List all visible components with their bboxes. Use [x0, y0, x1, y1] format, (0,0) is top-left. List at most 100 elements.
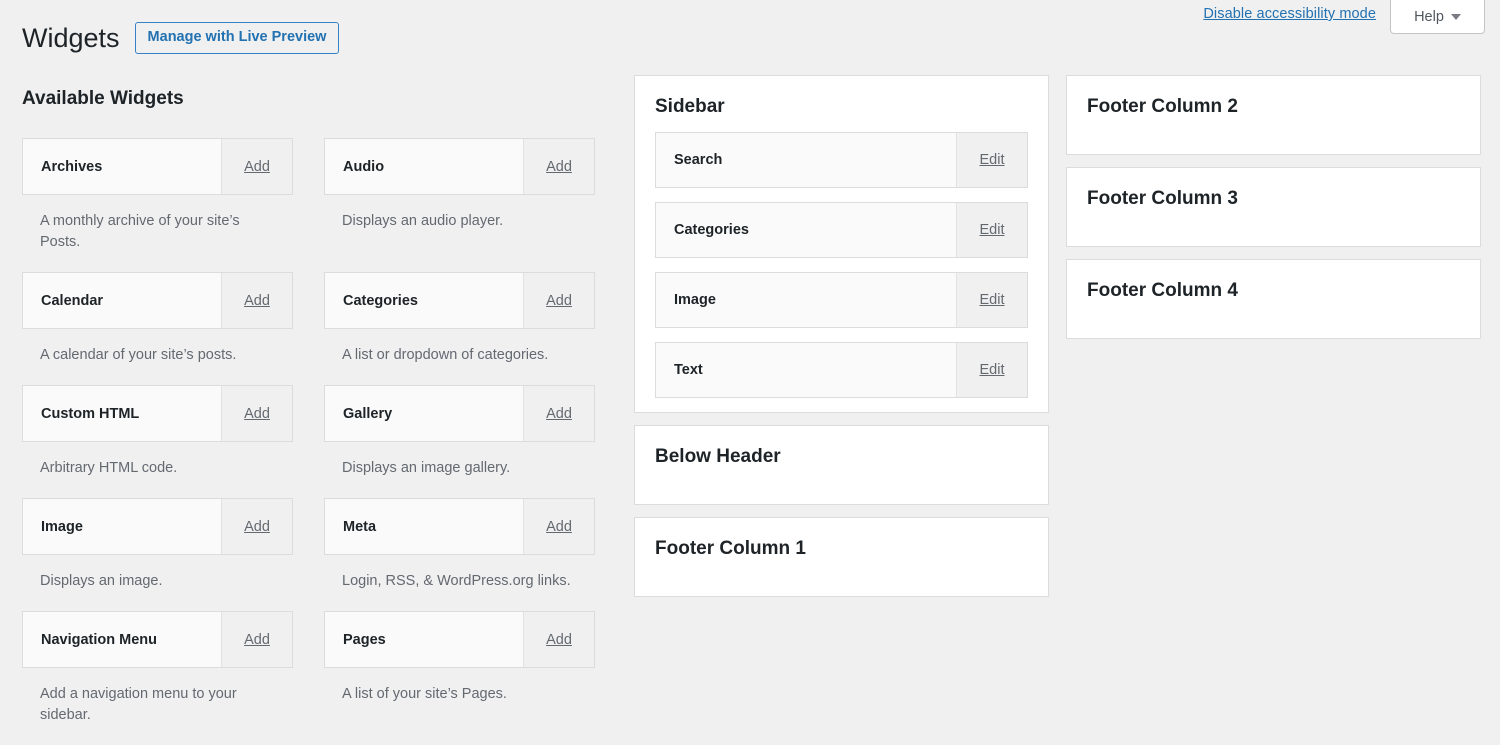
- sidebar-panel: Sidebar Search Edit Categories Edit Image Edit…: [634, 75, 1049, 413]
- widget-description: A list or dropdown of categories.: [324, 329, 574, 385]
- add-widget-label: Add: [244, 406, 270, 422]
- sidebar-panel-body[interactable]: [1067, 302, 1480, 338]
- edit-widget-label: Edit: [980, 222, 1005, 238]
- available-widget-cell: Navigation Menu Add Add a navigation menu …: [22, 611, 293, 745]
- available-widget-cell: Archives Add A monthly archive of your sit…: [22, 138, 293, 272]
- sidebar-widget-row[interactable]: Text Edit: [655, 342, 1028, 398]
- available-widget-card[interactable]: Image Add: [22, 498, 293, 555]
- available-widget-cell: Gallery Add Displays an image gallery.: [324, 385, 595, 498]
- edit-widget-label: Edit: [980, 362, 1005, 378]
- sidebar-panel-body[interactable]: Search Edit Categories Edit Image Edit Text Edi…: [635, 118, 1048, 412]
- help-label: Help: [1414, 9, 1444, 25]
- sidebar-widget-name: Search: [656, 133, 956, 187]
- disable-accessibility-mode-link[interactable]: Disable accessibility mode: [1203, 6, 1376, 22]
- widget-name: Meta: [325, 499, 523, 554]
- widget-name: Audio: [325, 139, 523, 194]
- edit-widget-button[interactable]: Edit: [956, 273, 1027, 327]
- add-widget-label: Add: [244, 519, 270, 535]
- available-widget-card[interactable]: MetaAdd: [324, 498, 595, 555]
- available-widgets-title: Available Widgets: [22, 88, 600, 110]
- available-widget-cell: Categories Add A list or dropdown of categ…: [324, 272, 595, 385]
- add-widget-button[interactable]: Add: [523, 499, 594, 554]
- available-widgets-grid: Archives Add A monthly archive of your sit…: [22, 138, 600, 745]
- page-title: Widgets: [22, 22, 120, 54]
- add-widget-label: Add: [244, 632, 270, 648]
- sidebar-widget-row[interactable]: Search Edit: [655, 132, 1028, 188]
- edit-widget-label: Edit: [980, 152, 1005, 168]
- available-widget-card[interactable]: Audio Add: [324, 138, 595, 195]
- add-widget-label: Add: [546, 632, 572, 648]
- add-widget-button[interactable]: Add: [221, 386, 292, 441]
- widget-description: Displays an audio player.: [324, 195, 574, 251]
- sidebar-panel-title: Footer Column 2: [1067, 76, 1480, 118]
- available-widget-card[interactable]: Categories Add: [324, 272, 595, 329]
- sidebar-panel-body[interactable]: [1067, 210, 1480, 246]
- add-widget-button[interactable]: Add: [221, 612, 292, 667]
- sidebar-panel-body[interactable]: [635, 560, 1048, 596]
- add-widget-button[interactable]: Add: [523, 386, 594, 441]
- sidebar-panel-title: Footer Column 3: [1067, 168, 1480, 210]
- widget-description: Arbitrary HTML code.: [22, 442, 272, 498]
- sidebar-widget-row[interactable]: Image Edit: [655, 272, 1028, 328]
- help-tab-button[interactable]: Help: [1390, 0, 1485, 34]
- add-widget-label: Add: [546, 293, 572, 309]
- sidebar-panel: Footer Column 3: [1066, 167, 1481, 247]
- widget-name: Gallery: [325, 386, 523, 441]
- available-widget-cell: Custom HTMLAddArbitrary HTML code.: [22, 385, 293, 498]
- available-widget-card[interactable]: Navigation Menu Add: [22, 611, 293, 668]
- available-widget-cell: Image Add Displays an image.: [22, 498, 293, 611]
- sidebar-panels-right-column: Footer Column 2 Footer Column 3 Footer Col…: [1066, 75, 1481, 351]
- sidebar-panel-body[interactable]: [635, 468, 1048, 504]
- edit-widget-button[interactable]: Edit: [956, 133, 1027, 187]
- sidebar-widget-name: Image: [656, 273, 956, 327]
- widget-description: A monthly archive of your site’s Posts.: [22, 195, 272, 272]
- widget-description: Login, RSS, & WordPress.org links.: [324, 555, 574, 611]
- sidebar-widget-name: Categories: [656, 203, 956, 257]
- add-widget-button[interactable]: Add: [523, 273, 594, 328]
- widget-description: A calendar of your site’s posts.: [22, 329, 272, 385]
- add-widget-button[interactable]: Add: [523, 612, 594, 667]
- sidebar-panel-title: Footer Column 4: [1067, 260, 1480, 302]
- sidebar-panel-body[interactable]: [1067, 118, 1480, 154]
- widget-name: Navigation Menu: [23, 612, 221, 667]
- available-widget-card[interactable]: Calendar Add: [22, 272, 293, 329]
- available-widget-cell: MetaAddLogin, RSS, & WordPress.org links…: [324, 498, 595, 611]
- edit-widget-label: Edit: [980, 292, 1005, 308]
- add-widget-label: Add: [546, 159, 572, 175]
- available-widget-card[interactable]: Archives Add: [22, 138, 293, 195]
- manage-with-live-preview-button[interactable]: Manage with Live Preview: [135, 22, 340, 54]
- sidebar-panels-middle-column: Sidebar Search Edit Categories Edit Image Edit…: [634, 75, 1049, 609]
- available-widget-card[interactable]: Custom HTMLAdd: [22, 385, 293, 442]
- add-widget-button[interactable]: Add: [221, 499, 292, 554]
- add-widget-label: Add: [244, 159, 270, 175]
- sidebar-panel: Footer Column 1: [634, 517, 1049, 597]
- widget-description: A list of your site’s Pages.: [324, 668, 574, 724]
- widget-name: Calendar: [23, 273, 221, 328]
- edit-widget-button[interactable]: Edit: [956, 203, 1027, 257]
- add-widget-button[interactable]: Add: [221, 139, 292, 194]
- sidebar-panel-title: Footer Column 1: [635, 518, 1048, 560]
- add-widget-button[interactable]: Add: [523, 139, 594, 194]
- widget-description: Displays an image gallery.: [324, 442, 574, 498]
- widget-name: Image: [23, 499, 221, 554]
- widget-name: Categories: [325, 273, 523, 328]
- available-widget-card[interactable]: PagesAdd: [324, 611, 595, 668]
- add-widget-label: Add: [546, 406, 572, 422]
- widget-name: Archives: [23, 139, 221, 194]
- available-widgets-column: Available Widgets Archives Add A monthly a…: [22, 88, 600, 745]
- sidebar-panel: Below Header: [634, 425, 1049, 505]
- sidebar-panel-title: Sidebar: [635, 76, 1048, 118]
- available-widget-card[interactable]: Gallery Add: [324, 385, 595, 442]
- widget-description: Add a navigation menu to your sidebar.: [22, 668, 272, 745]
- chevron-down-icon: [1451, 14, 1461, 20]
- sidebar-panel: Footer Column 4: [1066, 259, 1481, 339]
- add-widget-label: Add: [244, 293, 270, 309]
- widget-description: Displays an image.: [22, 555, 272, 611]
- page-heading: Widgets Manage with Live Preview: [22, 22, 339, 54]
- available-widget-cell: PagesAddA list of your site’s Pages.: [324, 611, 595, 745]
- sidebar-widget-name: Text: [656, 343, 956, 397]
- sidebar-widget-row[interactable]: Categories Edit: [655, 202, 1028, 258]
- available-widget-cell: Audio Add Displays an audio player.: [324, 138, 595, 272]
- edit-widget-button[interactable]: Edit: [956, 343, 1027, 397]
- add-widget-button[interactable]: Add: [221, 273, 292, 328]
